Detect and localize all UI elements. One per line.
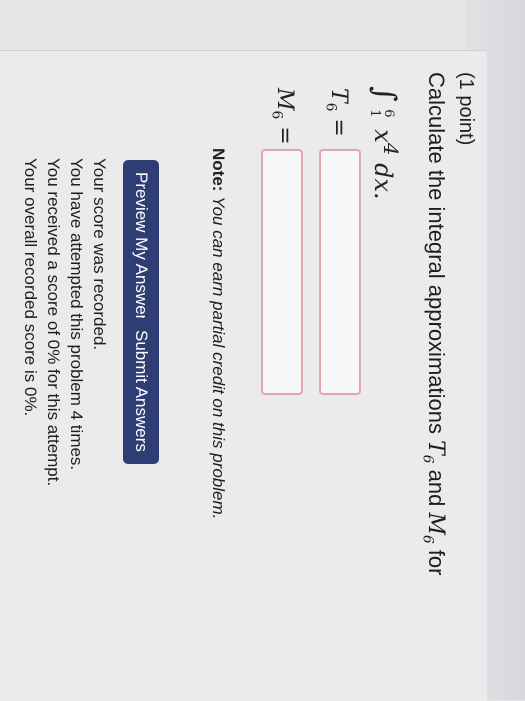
score-status: Your score was recorded. You have attemp… bbox=[19, 158, 111, 486]
differential: dx. bbox=[369, 163, 397, 200]
integrand: x4 bbox=[369, 129, 403, 156]
t6-symbol: T6 bbox=[419, 440, 448, 464]
note-text: You can earn partial credit on this prob… bbox=[209, 196, 228, 520]
t6-answer-input[interactable] bbox=[319, 149, 361, 395]
m6-symbol: M6 bbox=[419, 512, 448, 544]
submit-answers-button[interactable]: Submit Answers bbox=[123, 318, 159, 464]
prompt-text: Calculate the integral approximations bbox=[424, 72, 449, 434]
status-line: Your overall recorded score is 0%. bbox=[21, 158, 40, 417]
points-label: (1 point) bbox=[455, 72, 477, 146]
m6-label: M6 = bbox=[268, 88, 297, 145]
viewport: (1 point) Calculate the integral approxi… bbox=[0, 0, 525, 701]
integral-limits: 6 1 bbox=[367, 109, 397, 118]
integral-expression: ∫ 6 1 x4 dx. bbox=[367, 86, 403, 200]
t6-label: T6 = bbox=[322, 88, 351, 137]
prompt-and: and bbox=[424, 469, 449, 507]
partial-credit-note: Note: You can earn partial credit on thi… bbox=[208, 148, 228, 519]
integral-sign: ∫ bbox=[367, 86, 402, 102]
lower-limit: 1 bbox=[367, 109, 383, 118]
upper-limit: 6 bbox=[381, 109, 397, 118]
status-line: You received a score of 0% for this atte… bbox=[44, 158, 63, 487]
preview-answers-button[interactable]: Preview My Answers bbox=[123, 160, 159, 341]
prompt-for: for bbox=[424, 549, 449, 576]
status-line: Your score was recorded. bbox=[90, 158, 109, 351]
problem-prompt: Calculate the integral approximations T6… bbox=[420, 72, 449, 575]
note-label: Note: bbox=[209, 148, 228, 192]
m6-answer-input[interactable] bbox=[261, 149, 303, 395]
status-line: You have attempted this problem 4 times. bbox=[67, 158, 86, 471]
